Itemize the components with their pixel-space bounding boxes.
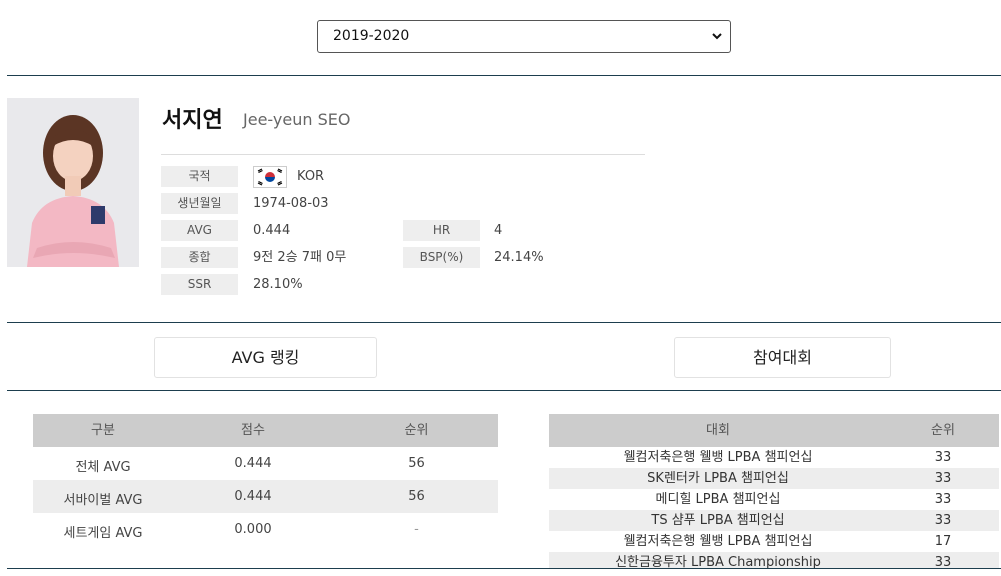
avg-table-header-category: 구분 xyxy=(91,423,115,438)
player-name-korean: 서지연 xyxy=(162,108,223,133)
avg-table-header-rank: 순위 xyxy=(404,423,429,438)
tournament-name: 신한금융투자 LPBA Championship xyxy=(615,555,821,569)
list-item[interactable]: SK렌터카 LPBA 챔피언십 33 xyxy=(549,468,999,489)
list-item[interactable]: 신한금융투자 LPBA Championship 33 xyxy=(549,552,999,569)
chevron-down-icon xyxy=(711,21,723,64)
tournament-name: 메디힐 LPBA 챔피언십 xyxy=(655,492,781,507)
tournament-name: SK렌터카 LPBA 챔피언십 xyxy=(647,471,789,486)
bsp-value: 24.14% xyxy=(494,250,544,265)
list-item[interactable]: 웰컴저축은행 웰뱅 LPBA 챔피언십 33 xyxy=(549,447,999,468)
divider xyxy=(7,390,1001,391)
nationality-label: 국적 xyxy=(161,166,238,187)
tab-avg-ranking[interactable]: AVG 랭킹 xyxy=(154,337,377,378)
birth-label: 생년월일 xyxy=(161,193,238,214)
avg-row-score: 0.444 xyxy=(234,489,272,504)
tournament-rank: 33 xyxy=(934,513,952,528)
birth-value: 1974-08-03 xyxy=(253,196,329,211)
tournament-name: TS 샴푸 LPBA 챔피언십 xyxy=(651,513,785,528)
avg-row-rank: 56 xyxy=(408,456,425,471)
tournament-rank: 33 xyxy=(934,555,952,569)
avg-table-header: 구분 점수 순위 xyxy=(33,414,498,447)
avg-row-score: 0.000 xyxy=(234,522,272,537)
divider xyxy=(7,568,1001,569)
hr-label: HR xyxy=(403,220,480,241)
avg-row-category: 세트게임 AVG xyxy=(63,526,143,541)
tab-tournaments[interactable]: 참여대회 xyxy=(674,337,891,378)
tournament-rank: 17 xyxy=(934,534,952,549)
divider xyxy=(7,75,1001,76)
ssr-label: SSR xyxy=(161,274,238,295)
tournament-rank: 33 xyxy=(934,450,952,465)
ssr-value: 28.10% xyxy=(253,277,303,292)
tournament-table-header-name: 대회 xyxy=(706,423,730,438)
list-item[interactable]: TS 샴푸 LPBA 챔피언십 33 xyxy=(549,510,999,531)
tournament-rank: 33 xyxy=(934,471,952,486)
nationality-value: KOR xyxy=(297,169,325,184)
player-photo xyxy=(7,98,139,267)
korea-flag-icon xyxy=(253,166,287,188)
avg-row-rank: - xyxy=(414,522,419,537)
total-label: 종합 xyxy=(161,247,238,268)
tournament-table-header-rank: 순위 xyxy=(931,423,955,438)
tournament-table-header: 대회 순위 xyxy=(549,414,999,447)
player-name-english: Jee-yeun SEO xyxy=(243,110,351,129)
hr-value: 4 xyxy=(494,223,503,238)
list-item[interactable]: 메디힐 LPBA 챔피언십 33 xyxy=(549,489,999,510)
avg-row-score: 0.444 xyxy=(234,456,272,471)
total-value: 9전 2승 7패 0무 xyxy=(253,250,347,265)
tournament-list[interactable]: 웰컴저축은행 웰뱅 LPBA 챔피언십 33 SK렌터카 LPBA 챔피언십 3… xyxy=(549,447,999,569)
avg-row-category: 서바이벌 AVG xyxy=(63,493,143,508)
divider xyxy=(7,322,1001,323)
bsp-label: BSP(%) xyxy=(403,247,480,268)
tournament-name: 웰컴저축은행 웰뱅 LPBA 챔피언십 xyxy=(623,534,813,549)
name-divider xyxy=(161,154,645,155)
avg-row-rank: 56 xyxy=(408,489,425,504)
list-item[interactable]: 웰컴저축은행 웰뱅 LPBA 챔피언십 17 xyxy=(549,531,999,552)
tournament-name: 웰컴저축은행 웰뱅 LPBA 챔피언십 xyxy=(623,450,813,465)
avg-table-header-score: 점수 xyxy=(241,423,265,438)
season-select-value: 2019-2020 xyxy=(333,28,410,44)
avg-value: 0.444 xyxy=(253,223,291,238)
tournament-rank: 33 xyxy=(934,492,952,507)
avg-row-category: 전체 AVG xyxy=(75,460,131,475)
season-select[interactable]: 2019-2020 xyxy=(317,20,731,53)
avg-label: AVG xyxy=(161,220,238,241)
